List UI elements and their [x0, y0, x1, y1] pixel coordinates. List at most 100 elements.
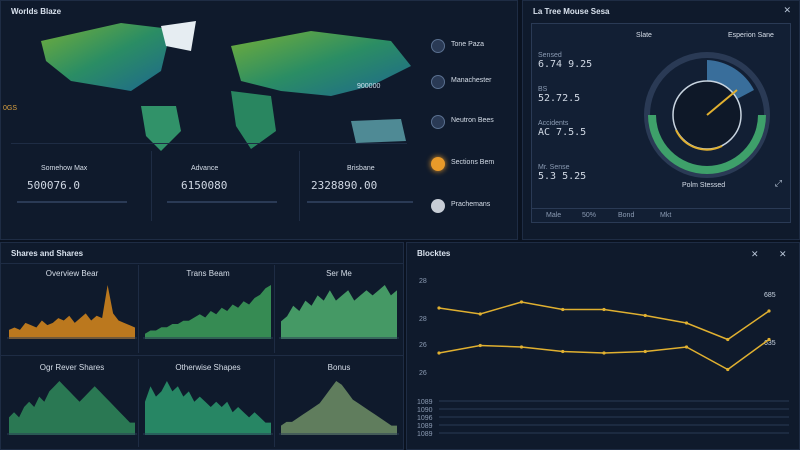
data-point [767, 337, 771, 342]
spark-cell[interactable]: Trans Beam [141, 265, 275, 353]
spark-area [145, 285, 271, 339]
spark-cell[interactable]: Bonus [277, 359, 401, 447]
data-point [561, 349, 565, 354]
stat-value: 6.74 9.25 [538, 59, 593, 70]
metric-card[interactable]: Brisbane 2328890.00 [307, 149, 417, 219]
legend-item[interactable]: Prachemans [431, 197, 511, 217]
y-tick-label: 26 [419, 342, 427, 349]
close-icon[interactable]: ✕ [783, 5, 791, 16]
africa [231, 91, 276, 149]
metric-card[interactable]: Advance 6150080 [161, 149, 289, 219]
bottom-tick-label: 1090 [417, 407, 433, 414]
gauge-tabs: Male 50% Bond Mkt [532, 208, 790, 222]
spark-area [145, 381, 271, 435]
line-chart-panel: Blocktes ✕ ✕ 28 28 26 26 685 635 1089 1090 1096 1… [406, 242, 800, 450]
data-point [726, 337, 730, 342]
line-chart[interactable]: 2828262668563510891090109610891089 [409, 259, 799, 449]
data-point [684, 345, 689, 349]
legend-item[interactable]: Manachester [431, 73, 511, 93]
spark-cell[interactable]: Ogr Rever Shares [5, 359, 139, 447]
spark-cell[interactable]: Ser Me [277, 265, 401, 353]
legend-item[interactable]: Sections Bem [431, 155, 511, 175]
stat-row: Accidents AC 7.5.5 [538, 120, 586, 138]
spark-chart [279, 285, 399, 339]
tab[interactable]: Male [546, 212, 561, 219]
stat-row: Sensed 6.74 9.25 [538, 52, 592, 70]
legend-label: Prachemans [451, 201, 491, 208]
layers-icon [431, 115, 445, 129]
tab[interactable]: 50% [582, 212, 596, 219]
metric-subrow [167, 201, 277, 203]
stat-row: Mr. Sense 5.3 5.25 [538, 164, 586, 182]
australia [351, 119, 406, 143]
legend-item[interactable]: Tone Paza [431, 37, 511, 57]
stat-row: BS 52.72.5 [538, 86, 580, 104]
metric-title: Somehow Max [41, 165, 88, 172]
panel-title: Shares and Shares [11, 249, 84, 258]
tab[interactable]: Mkt [660, 212, 671, 219]
spark-title: Ogr Rever Shares [39, 363, 105, 372]
spark-title: Trans Beam [186, 269, 230, 278]
data-point [561, 307, 565, 312]
metric-subrow [17, 201, 127, 203]
top-right-label: Esperion Sane [728, 32, 774, 39]
metric-value: 2328890.00 [311, 179, 378, 192]
legend-label: Tone Paza [451, 41, 485, 48]
data-point [519, 345, 524, 349]
stat-label: Mr. Sense [538, 164, 570, 171]
spark-area [281, 285, 397, 339]
legend-item[interactable]: Neutron Bees [431, 113, 511, 133]
metric-title: Advance [191, 165, 219, 172]
bottom-label: Polm Stessed [682, 182, 726, 189]
bottom-tick-label: 1089 [417, 431, 433, 438]
panel-title: La Tree Mouse Sesa [533, 7, 610, 16]
gauge-panel: La Tree Mouse Sesa ✕ Slate Esperion Sane… [522, 0, 800, 240]
gauge-card: Slate Esperion Sane Sensed 6.74 9.25 BS … [531, 23, 791, 223]
spark-chart [7, 381, 137, 435]
tab[interactable]: Bond [618, 212, 634, 219]
legend-label: Sections Bem [451, 159, 495, 166]
data-point [602, 351, 606, 355]
spark-cell[interactable]: Overview Bear [5, 265, 139, 353]
spark-chart [279, 381, 399, 435]
bottom-tick-label: 1089 [417, 399, 433, 406]
data-point [519, 300, 524, 304]
stat-value: AC 7.5.5 [538, 127, 587, 138]
europe-asia [231, 31, 411, 96]
spark-cell[interactable]: Otherwise Shapes [141, 359, 275, 447]
legend-label: Neutron Bees [451, 117, 494, 124]
spark-title: Ser Me [326, 269, 352, 278]
title-divider [1, 263, 403, 264]
bottom-tick-label: 1096 [417, 415, 433, 422]
y-tick-label: 26 [419, 370, 427, 377]
metric-separator [299, 151, 300, 221]
metric-value: 500076.0 [27, 179, 80, 192]
metric-card[interactable]: Somehow Max 500076.0 [11, 149, 139, 219]
y-tick-label: 28 [419, 278, 427, 285]
metric-separator [151, 151, 152, 221]
spark-chart [143, 381, 273, 435]
data-point [643, 349, 647, 354]
data-point [478, 312, 482, 316]
north-america [41, 23, 171, 91]
pin-icon [431, 75, 445, 89]
radial-gauge[interactable] [642, 50, 772, 180]
series-line [438, 301, 770, 341]
data-point [602, 307, 606, 312]
series-end-label: 685 [764, 292, 776, 299]
stat-value: 52.72.5 [538, 93, 581, 104]
moon-icon [431, 199, 445, 213]
world-map-panel: Worlds Blaze 0GS 900000 Somehow Max 5000… [0, 0, 518, 240]
expand-icon[interactable]: ⤢ [775, 178, 782, 189]
metric-subrow [307, 201, 413, 203]
world-map[interactable] [11, 11, 431, 151]
stat-label: Sensed [538, 52, 562, 59]
map-legend: Tone Paza Manachester Neutron Bees Secti… [431, 37, 511, 217]
panel-title: Blocktes [417, 249, 451, 258]
spark-area [281, 381, 397, 435]
spark-title: Otherwise Shapes [175, 363, 241, 372]
metrics-divider [11, 143, 407, 144]
metric-value: 6150080 [181, 179, 228, 192]
spark-title: Overview Bear [45, 269, 99, 278]
stat-label: BS [538, 86, 548, 93]
